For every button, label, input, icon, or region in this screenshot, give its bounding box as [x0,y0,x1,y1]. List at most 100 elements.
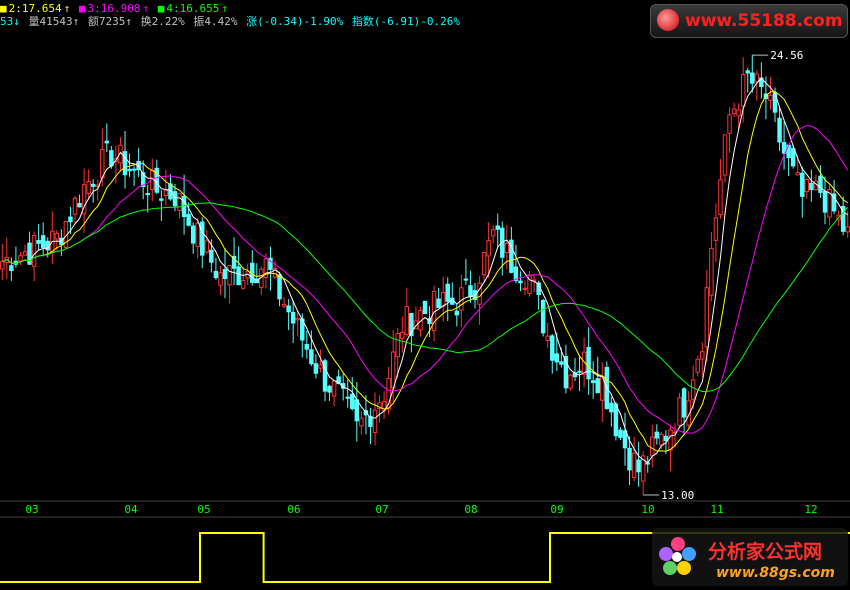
candle-body [804,179,810,193]
price-change-arrow: 53↓ [0,15,20,28]
candle-body [218,272,223,286]
candle-body [504,243,510,254]
volume-value: 量41543↑ [28,15,80,28]
candle-body [90,183,96,187]
candle-body [290,312,296,324]
change-value: 涨(-0.34)-1.90% [246,15,344,28]
candle-body [222,269,228,280]
candle-body [9,265,14,271]
candle-body [195,222,200,248]
flower-logo-icon [656,534,700,582]
candle-body [577,370,582,373]
candle-body [109,150,114,167]
candle-body [695,358,700,373]
candle-body [22,251,28,256]
candle-body [236,266,241,286]
candle-body [800,172,805,197]
month-tick-label: 07 [375,503,388,516]
candle-body [790,148,796,167]
up-arrow-icon: ↑ [221,2,228,15]
turnover-value: 换2.22% [140,15,185,28]
candle-body [595,378,600,394]
candle-body [709,247,714,296]
candle-body [127,168,132,172]
candle-body [213,271,219,279]
ma-header: ■ 2:17.654 ↑ ■ 3:16.908 ↑ ■ 4:16.655 ↑ [0,2,230,15]
watermark-bottom: 分析家公式网 www.88gs.com [652,528,848,586]
stock-chart: 24.56 13.00 03 04 05 06 07 08 09 10 11 12 [0,49,850,583]
candle-body [186,213,191,226]
candle-body [445,283,450,302]
candle-body [718,179,723,216]
candle-body [286,305,291,313]
candle-body [750,72,755,84]
ma-square-icon: ■ [78,2,86,15]
candle-body [745,70,750,74]
up-arrow-icon: ↑ [142,2,150,15]
candle-body [304,344,310,350]
up-arrow-icon: ↑ [63,2,71,15]
candle-body [663,435,669,442]
candle-body [722,134,728,176]
candle-body [700,351,705,360]
month-tick-label: 06 [287,503,300,516]
amplitude-value: 振4.42% [193,15,238,28]
candle-body [490,229,496,237]
month-tick-label: 10 [641,503,654,516]
candle-body [463,278,469,281]
candle-body [486,240,491,257]
candle-body [559,361,564,365]
candle-body [650,436,655,457]
candle-body [172,191,178,207]
candle-body [754,73,760,83]
candle-body [768,94,773,101]
month-tick-label: 09 [550,503,563,516]
candle-body [477,282,482,305]
candle-body [609,402,614,413]
candle-body [390,351,396,389]
candle-body [404,306,410,335]
watermark-top: www.55188.com [650,4,848,38]
candle-body [440,292,446,307]
logo-icon [657,9,679,31]
ma-line-white [2,77,848,464]
candle-body [331,380,337,397]
candle-body [627,447,632,471]
candle-body [204,240,210,253]
info-header: 53↓ 量41543↑ 额7235↑ 换2.22% 振4.42% 涨(-0.34… [0,15,462,28]
candle-body [77,202,82,208]
candle-body [809,182,814,191]
candle-body [395,333,400,358]
candle-body [568,374,573,389]
candle-body [454,310,460,316]
candle-body [622,430,628,449]
candle-body [659,433,664,446]
candle-body [145,193,150,196]
month-tick-label: 05 [197,503,210,516]
candle-body [713,217,719,241]
candle-body [481,251,487,276]
candle-body [359,417,364,427]
candle-body [372,409,378,434]
candle-body [100,149,105,179]
candle-body [295,317,300,321]
candle-body [636,459,641,473]
candle-body [159,198,164,201]
candle-body [177,193,182,212]
candle-body [618,429,623,438]
candle-body [736,109,741,117]
candle-body [777,117,782,143]
candle-body [190,225,196,244]
candle-body [240,279,246,289]
candle-body [590,380,596,384]
ma-square-icon: ■ [0,2,7,15]
candle-body [54,233,60,240]
candle-body [350,393,355,410]
candle-body [740,73,746,107]
candle-body [654,431,660,439]
candle-body [31,234,37,267]
candle-body [681,388,687,418]
candle-body [522,288,528,291]
candle-body [545,335,550,341]
ma-square-icon: ■ [157,2,165,15]
